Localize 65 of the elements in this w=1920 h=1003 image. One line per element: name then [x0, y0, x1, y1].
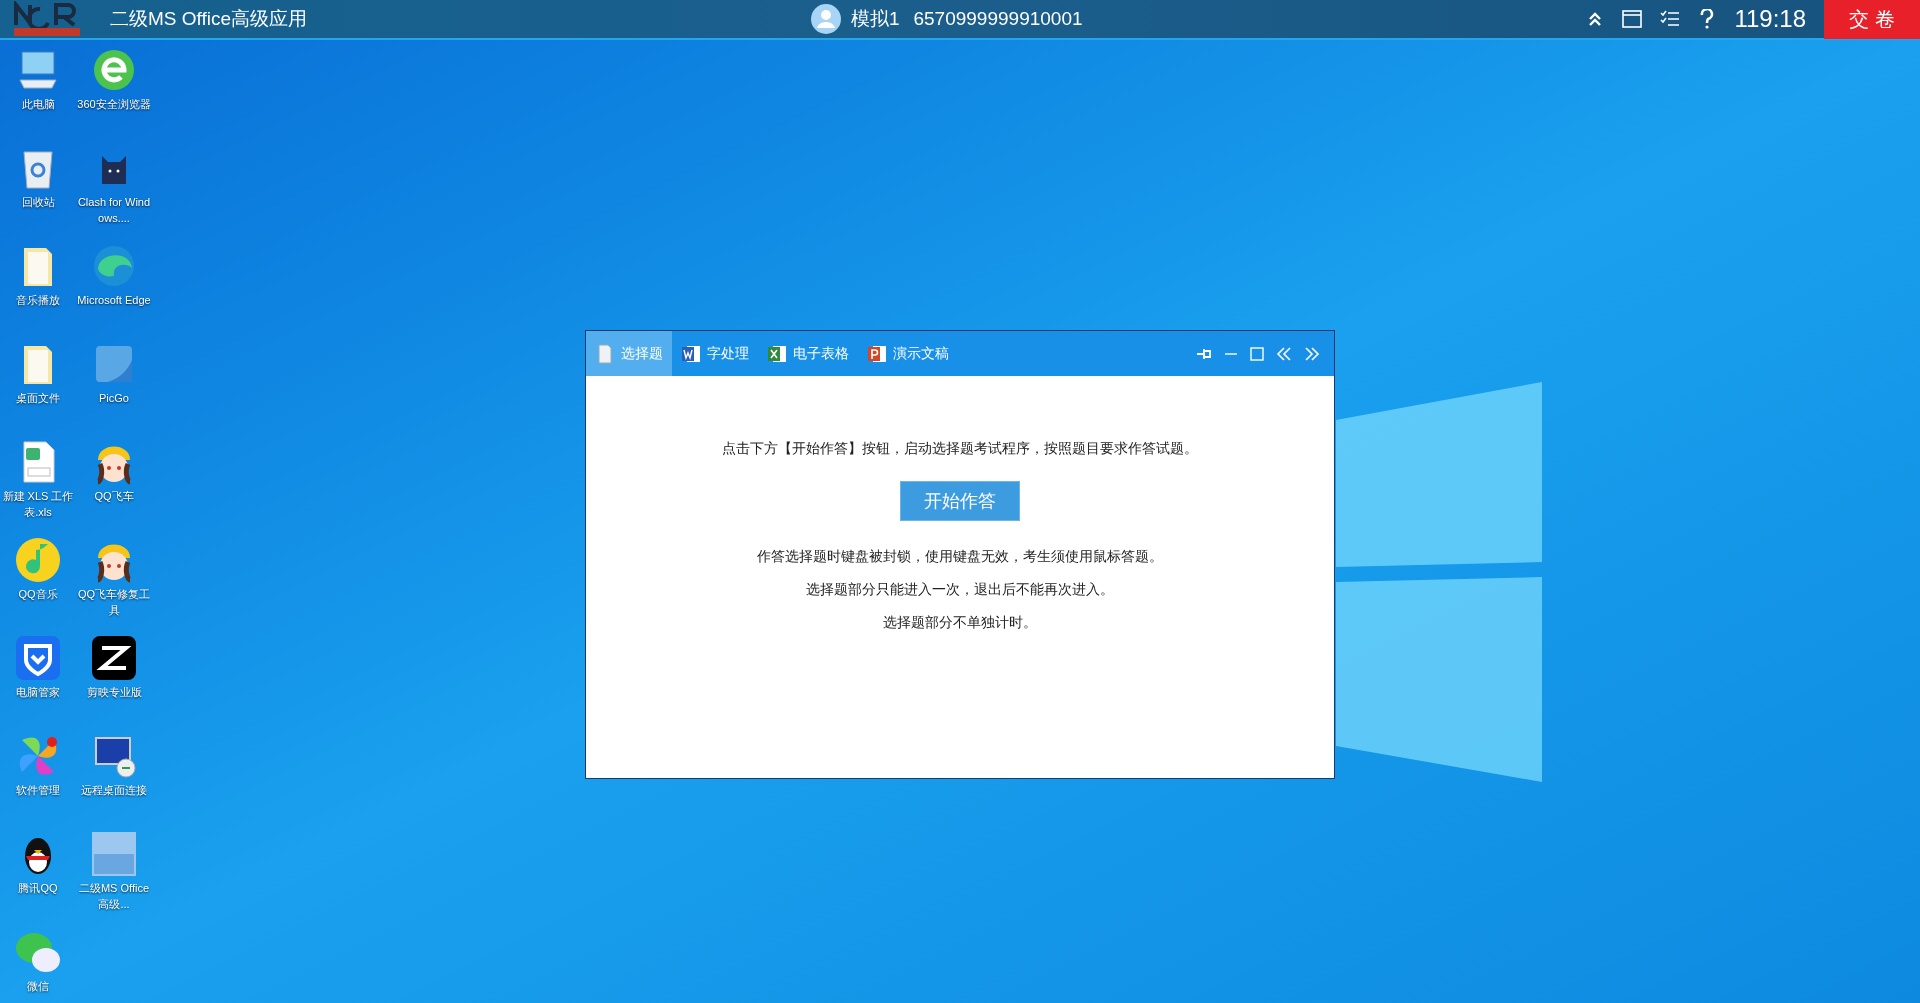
double-chevron-right-icon[interactable]: [1304, 345, 1320, 362]
note-text: 作答选择题时键盘被封锁，使用键盘无效，考生须使用鼠标答题。: [757, 547, 1163, 566]
powerpoint-icon: [867, 343, 887, 364]
user-name: 模拟1: [850, 6, 900, 31]
desktop-icon-label: 电脑管家: [15, 685, 61, 700]
music-note-icon: [14, 536, 62, 584]
desktop-icon[interactable]: 远程桌面连接: [76, 732, 152, 830]
shield-icon: [14, 634, 62, 682]
checklist-icon[interactable]: [1660, 10, 1681, 28]
desktop-icon[interactable]: 电脑管家: [0, 634, 76, 732]
instruction-text: 点击下方【开始作答】按钮，启动选择题考试程序，按照题目要求作答试题。: [722, 439, 1198, 458]
desktop-icon[interactable]: 桌面文件: [0, 340, 76, 438]
desktop-icon[interactable]: 回收站: [0, 144, 76, 242]
desktop-icon-label: 回收站: [20, 195, 56, 210]
excel-icon: [767, 343, 787, 364]
desktop-icon[interactable]: Microsoft Edge: [76, 242, 152, 340]
desktop-icon-label: 微信: [26, 979, 50, 994]
desktop-icon-label: QQ音乐: [17, 587, 59, 602]
desktop-icon[interactable]: QQ音乐: [0, 536, 76, 634]
desktop-icon[interactable]: 二级MS Office高级...: [76, 830, 152, 928]
note-text: 选择题部分只能进入一次，退出后不能再次进入。: [806, 580, 1114, 599]
desktop-icon-label: 软件管理: [15, 783, 61, 798]
user-avatar-icon: [810, 4, 841, 34]
app-title: 二级MS Office高级应用: [110, 6, 308, 31]
help-icon[interactable]: [1700, 9, 1715, 29]
desktop-icon-label: 新建 XLS 工作表.xls: [1, 489, 75, 520]
note-text: 选择题部分不单独计时。: [883, 613, 1037, 632]
window-icon[interactable]: [1622, 10, 1643, 28]
exam-number: 6570999999910001: [913, 6, 1083, 31]
desktop-icon-label: 360安全浏览器: [76, 97, 152, 112]
submit-button[interactable]: 交 卷: [1824, 0, 1920, 39]
desktop-icon-label: 剪映专业版: [85, 685, 143, 700]
desktop-icon[interactable]: PicGo: [76, 340, 152, 438]
desktop-icon[interactable]: 新建 XLS 工作表.xls: [0, 438, 76, 536]
desktop-icon[interactable]: QQ飞车: [76, 438, 152, 536]
desktop-icon-label: 此电脑: [20, 97, 56, 112]
desktop-icon[interactable]: 音乐播放: [0, 242, 76, 340]
desktop-icon[interactable]: 此电脑: [0, 46, 76, 144]
dialog-tab[interactable]: 字处理: [672, 331, 758, 376]
desktop-icon-label: 二级MS Office高级...: [77, 881, 151, 912]
desktop-icon-label: QQ飞车修复工具: [76, 587, 152, 618]
dialog-tab[interactable]: 电子表格: [758, 331, 858, 376]
desktop-icon[interactable]: QQ飞车修复工具: [76, 536, 152, 634]
desktop-icon-label: 远程桌面连接: [80, 783, 148, 798]
start-answer-button[interactable]: 开始作答: [900, 481, 1020, 521]
desktop-icon[interactable]: 微信: [0, 928, 76, 1003]
desktop-icon-label: Clash for Windows....: [76, 195, 152, 226]
desktop-icon-label: 音乐播放: [15, 293, 61, 308]
dialog-tab[interactable]: 演示文稿: [858, 331, 958, 376]
dialog-tab[interactable]: 选择题: [586, 331, 672, 376]
maximize-icon[interactable]: [1250, 346, 1264, 361]
desktop-icon-label: 桌面文件: [15, 391, 61, 406]
desktop-icon[interactable]: 剪映专业版: [76, 634, 152, 732]
desktop-icon[interactable]: Clash for Windows....: [76, 144, 152, 242]
double-chevron-left-icon[interactable]: [1276, 345, 1292, 362]
desktop-icon-label: Microsoft Edge: [76, 293, 152, 308]
word-icon: [681, 343, 701, 364]
document-icon: [595, 343, 615, 364]
countdown-timer: 119:18: [1734, 4, 1806, 34]
desktop-icon-label: PicGo: [98, 391, 130, 406]
desktop-icon-label: 腾讯QQ: [17, 881, 59, 896]
desktop-icon[interactable]: 软件管理: [0, 732, 76, 830]
desktop-icon[interactable]: 腾讯QQ: [0, 830, 76, 928]
desktop-icon[interactable]: 360安全浏览器: [76, 46, 152, 144]
desktop-icon-label: QQ飞车: [93, 489, 135, 504]
